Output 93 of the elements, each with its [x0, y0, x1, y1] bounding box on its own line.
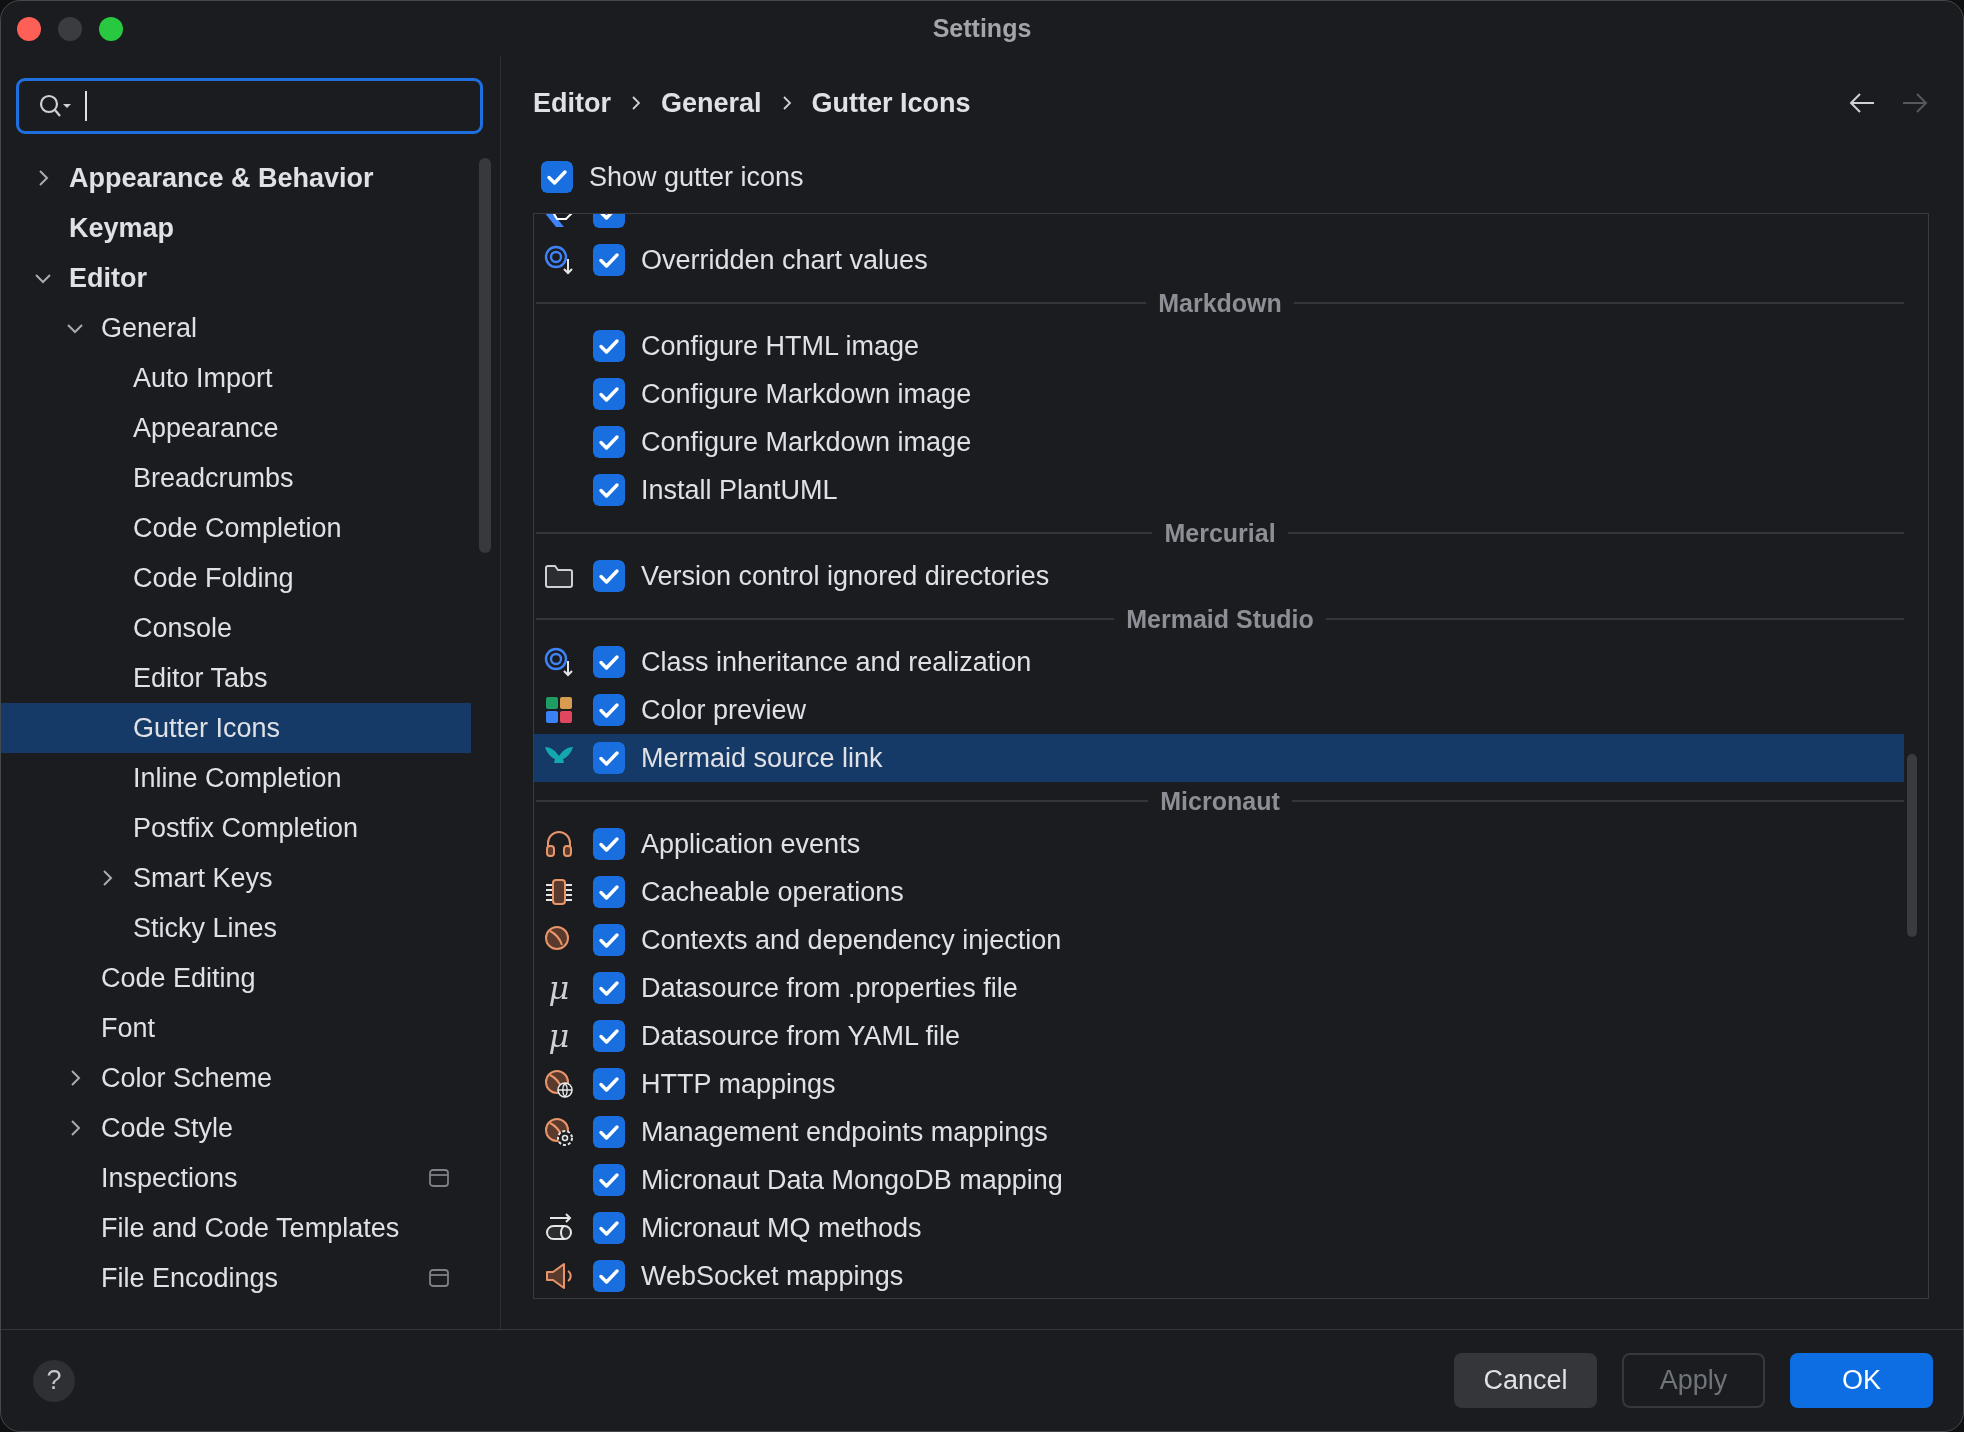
checkbox[interactable] [593, 646, 625, 678]
breadcrumb-link[interactable]: General [661, 87, 762, 119]
tree-item[interactable]: Smart Keys [1, 853, 471, 903]
text-cursor [85, 91, 87, 121]
list-row[interactable]: μ Datasource from .properties file [534, 964, 1904, 1012]
tree-item[interactable]: Breadcrumbs [1, 453, 471, 503]
list-row[interactable]: Overridden chart values [534, 236, 1904, 284]
list-row[interactable]: WebSocket mappings [534, 1252, 1904, 1298]
list-row[interactable]: Cacheable operations [534, 868, 1904, 916]
tree-item[interactable]: Font [1, 1003, 471, 1053]
group-label: Micronaut [1160, 786, 1280, 816]
checkbox[interactable] [593, 876, 625, 908]
list-row[interactable]: Micronaut Data MongoDB mapping [534, 1156, 1904, 1204]
search-field[interactable] [16, 78, 483, 134]
checkbox[interactable] [593, 1020, 625, 1052]
chip-icon [544, 877, 574, 907]
speaker-icon [544, 1261, 574, 1291]
list-row[interactable]: Application events [534, 820, 1904, 868]
zoom-button[interactable] [99, 16, 123, 41]
mu-icon: μ [544, 969, 574, 1007]
tree-item[interactable]: File Encodings [1, 1253, 471, 1303]
bean-globe-icon [544, 1069, 574, 1099]
tree-item[interactable]: Gutter Icons [1, 703, 471, 753]
checkbox[interactable] [593, 474, 625, 506]
tree-item[interactable]: Auto Import [1, 353, 471, 403]
breadcrumb-link[interactable]: Gutter Icons [811, 87, 971, 119]
breadcrumb-link[interactable]: Editor [533, 87, 611, 119]
list-row[interactable]: Micronaut MQ methods [534, 1204, 1904, 1252]
list-row[interactable]: Configure Markdown image [534, 370, 1904, 418]
chevron-right-icon [629, 95, 643, 111]
checkbox[interactable] [593, 1116, 625, 1148]
checkbox[interactable] [593, 560, 625, 592]
list-row[interactable]: Version control ignored directories [534, 552, 1904, 600]
target-arrow-icon [544, 245, 574, 275]
tree-item[interactable]: Code Editing [1, 953, 471, 1003]
tree-item[interactable]: General [1, 303, 471, 353]
list-row[interactable]: Install PlantUML [534, 466, 1904, 514]
bean-gear-icon [544, 1117, 574, 1147]
scrollbar-thumb[interactable] [1907, 754, 1917, 937]
group-label: Markdown [1158, 288, 1282, 318]
tree-item[interactable]: Color Scheme [1, 1053, 471, 1103]
list-row[interactable]: Mermaid source link [534, 734, 1904, 782]
checkbox[interactable] [593, 1212, 625, 1244]
checkbox[interactable] [593, 924, 625, 956]
list-row[interactable]: Configure Markdown image [534, 418, 1904, 466]
tree-item[interactable]: Sticky Lines [1, 903, 471, 953]
mu-icon: μ [544, 1017, 574, 1055]
tree-item[interactable]: Editor [1, 253, 471, 303]
tree-item[interactable]: Console [1, 603, 471, 653]
checkbox[interactable] [593, 972, 625, 1004]
list-row[interactable]: Configure HTML image [534, 322, 1904, 370]
target-arrow-icon [544, 647, 574, 677]
dialog-button[interactable]: OK [1790, 1353, 1933, 1408]
scrollbar-thumb[interactable] [479, 158, 491, 553]
checkbox[interactable] [593, 694, 625, 726]
list-row[interactable]: Class inheritance and realization [534, 638, 1904, 686]
tree-item[interactable]: Editor Tabs [1, 653, 471, 703]
list-row[interactable]: μ Datasource from YAML file [534, 1012, 1904, 1060]
checkbox[interactable] [593, 828, 625, 860]
checkbox[interactable] [593, 1068, 625, 1100]
color-grid-icon [544, 695, 574, 725]
tree-item[interactable]: Appearance & Behavior [1, 153, 471, 203]
close-button[interactable] [17, 16, 41, 41]
list-row[interactable]: Management endpoints mappings [534, 1108, 1904, 1156]
checkbox[interactable] [593, 426, 625, 458]
back-arrow-icon[interactable] [1848, 91, 1876, 115]
window-title: Settings [932, 14, 1032, 43]
checkbox[interactable] [593, 378, 625, 410]
tree-item[interactable]: Code Style [1, 1103, 471, 1153]
tree-item[interactable]: Code Completion [1, 503, 471, 553]
checkbox[interactable] [541, 161, 573, 193]
queue-icon [544, 1213, 574, 1243]
tree-item[interactable]: File and Code Templates [1, 1203, 471, 1253]
group-label: Mermaid Studio [1126, 604, 1314, 634]
checkbox[interactable] [593, 742, 625, 774]
tree-item[interactable]: Keymap [1, 203, 471, 253]
tree-item[interactable]: Inspections [1, 1153, 471, 1203]
tree-item[interactable]: Code Folding [1, 553, 471, 603]
checkbox[interactable] [593, 1260, 625, 1292]
checkbox-label[interactable]: Show gutter icons [589, 161, 804, 193]
group-label: Mercurial [1164, 518, 1276, 548]
help-button[interactable]: ? [33, 1359, 75, 1402]
checkbox[interactable] [593, 330, 625, 362]
dialog-button[interactable]: Cancel [1454, 1353, 1597, 1408]
headphones-icon [544, 829, 574, 859]
checkbox[interactable] [593, 244, 625, 276]
tree-item[interactable]: Postfix Completion [1, 803, 471, 853]
list-row[interactable]: Contexts and dependency injection [534, 916, 1904, 964]
list-row[interactable]: HTTP mappings [534, 1060, 1904, 1108]
tree-item[interactable]: Inline Completion [1, 753, 471, 803]
list-row[interactable]: Color preview [534, 686, 1904, 734]
tree-item[interactable]: Appearance [1, 403, 471, 453]
checkbox[interactable] [593, 1164, 625, 1196]
